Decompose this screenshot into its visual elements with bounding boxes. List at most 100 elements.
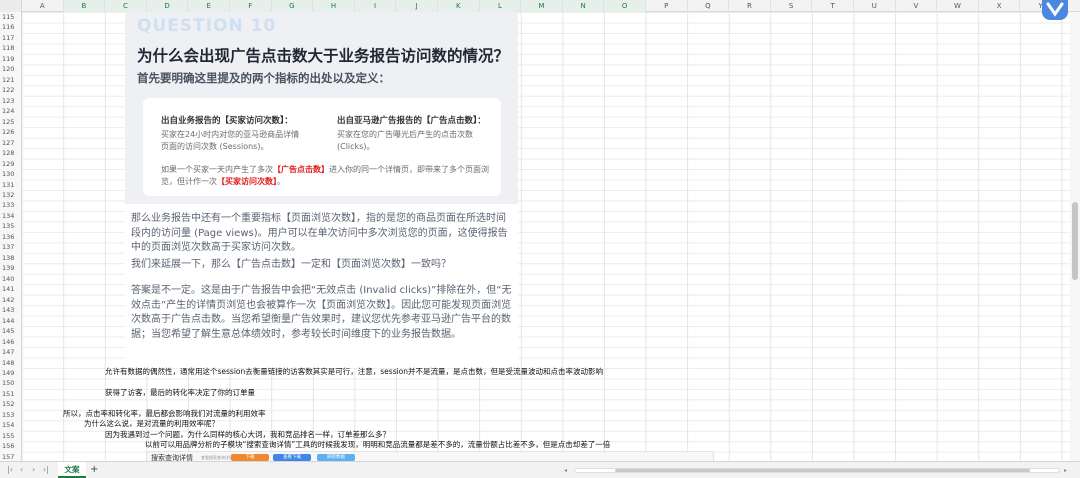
column-header-p[interactable]: P [646, 0, 688, 12]
row-header-143[interactable]: 143 [0, 305, 21, 315]
question-subtitle: 首先要明确这里提及的两个指标的出处以及定义： [137, 71, 390, 85]
row-header-149[interactable]: 149 [0, 368, 21, 378]
question-title: 为什么会出现广告点击数大于业务报告访问数的情况？ [137, 47, 510, 65]
row-header-123[interactable]: 123 [0, 96, 21, 106]
column-header-e[interactable]: E [188, 0, 230, 12]
column-header-w[interactable]: W [937, 0, 979, 12]
row-header-156[interactable]: 156 [0, 441, 21, 451]
brand-shield-icon[interactable] [1042, 0, 1068, 20]
column-header-k[interactable]: K [438, 0, 480, 12]
column-header-i[interactable]: I [354, 0, 397, 12]
scroll-left-icon[interactable]: ◂ [564, 467, 567, 474]
sheet-tab-wenan[interactable]: 文案 [58, 462, 86, 478]
row-header-137[interactable]: 137 [0, 242, 21, 252]
row-header-131[interactable]: 131 [0, 180, 21, 190]
row-header-138[interactable]: 138 [0, 253, 21, 263]
row-header-122[interactable]: 122 [0, 85, 21, 95]
cell-text-r155[interactable]: 因为我遇到过一个问题，为什么同样的核心大词，我和竞品排名一样，订单差那么多？ [105, 430, 390, 440]
row-header-154[interactable]: 154 [0, 420, 21, 430]
card-note: 如果一个买家一天内产生了多次【广告点击数】进入你的同一个详情页，即带来了多个页面… [161, 165, 489, 186]
row-header-120[interactable]: 120 [0, 64, 21, 74]
row-header-140[interactable]: 140 [0, 274, 21, 284]
column-header-l[interactable]: L [479, 0, 522, 12]
row-header-124[interactable]: 124 [0, 106, 21, 116]
column-header-f[interactable]: F [230, 0, 272, 12]
column-header-c[interactable]: C [105, 0, 147, 12]
row-header-152[interactable]: 152 [0, 399, 21, 409]
column-header-j[interactable]: J [396, 0, 438, 12]
column-header-x[interactable]: X [979, 0, 1021, 12]
row-header-128[interactable]: 128 [0, 148, 21, 158]
row-header-136[interactable]: 136 [0, 232, 21, 242]
row-header-148[interactable]: 148 [0, 358, 21, 368]
left-body: 买家在24小时内对您的亚马逊商品详情页面的访问次数 (Sessions)。 [161, 130, 300, 151]
row-header-133[interactable]: 133 [0, 200, 21, 210]
row-header-134[interactable]: 134 [0, 211, 21, 221]
row-header-126[interactable]: 126 [0, 127, 21, 137]
cell-text-r154[interactable]: 为什么这么说，是对流量的利用效率呢？ [84, 419, 219, 429]
row-header-151[interactable]: 151 [0, 389, 21, 399]
cell-text-r149[interactable]: 允许有数据的偶然性，通常用这个session去衡量链接的访客数其实是可行，注意，… [105, 367, 603, 377]
row-header-121[interactable]: 121 [0, 75, 21, 85]
right-body: 买家在您的广告曝光后产生的点击次数(Clicks)。 [337, 130, 473, 151]
row-header-150[interactable]: 150 [0, 378, 21, 388]
last-sheet-icon[interactable]: ›| [43, 465, 49, 474]
column-header-m[interactable]: M [521, 0, 563, 12]
column-header-t[interactable]: T [812, 0, 854, 12]
row-header-135[interactable]: 135 [0, 221, 21, 231]
row-header-153[interactable]: 153 [0, 410, 21, 420]
cell-grid[interactable]: QUESTION 10 为什么会出现广告点击数大于业务报告访问数的情况？ 首先要… [22, 12, 1080, 461]
row-header-157[interactable]: 157 [0, 452, 21, 461]
row-header-118[interactable]: 118 [0, 43, 21, 53]
row-header-117[interactable]: 117 [0, 33, 21, 43]
column-header-g[interactable]: G [271, 0, 314, 12]
row-header-132[interactable]: 132 [0, 190, 21, 200]
horizontal-scroll-thumb[interactable] [615, 469, 1030, 472]
row-header-144[interactable]: 144 [0, 316, 21, 326]
row-header: 115 116 117 118 119 120 121 122 123 124 125 126 127 1… [0, 12, 22, 461]
cell-text-r151[interactable]: 获得了访客，最后的转化率决定了你的订单量 [105, 388, 255, 398]
row-header-119[interactable]: 119 [0, 54, 21, 64]
row-header-142[interactable]: 142 [0, 295, 21, 305]
scroll-right-icon[interactable]: ▸ [1064, 467, 1067, 474]
column-header-q[interactable]: Q [688, 0, 730, 12]
first-sheet-icon[interactable]: |‹ [7, 465, 13, 474]
vertical-scrollbar[interactable] [1070, 12, 1080, 461]
mini-download-button: 下载 [231, 454, 269, 461]
column-header-b[interactable]: B [63, 0, 106, 12]
column-header-u[interactable]: U [854, 0, 896, 12]
row-header-146[interactable]: 146 [0, 337, 21, 347]
cell-text-r153[interactable]: 所以，点击率和转化率，最后都会影响我们对流量的利用效率 [63, 409, 266, 419]
vertical-scroll-thumb[interactable] [1072, 202, 1078, 280]
row-header-125[interactable]: 125 [0, 117, 21, 127]
embedded-image[interactable]: QUESTION 10 为什么会出现广告点击数大于业务报告访问数的情况？ 首先要… [125, 12, 518, 368]
next-sheet-icon[interactable]: › [32, 465, 35, 474]
horizontal-scrollbar[interactable] [574, 468, 1060, 473]
row-header-130[interactable]: 130 [0, 169, 21, 179]
mini-refresh-button: 刷新数据 [317, 454, 355, 461]
prev-sheet-icon[interactable]: ‹ [20, 465, 23, 474]
column-header-n[interactable]: N [562, 0, 605, 12]
row-header-141[interactable]: 141 [0, 284, 21, 294]
select-all-corner[interactable] [0, 0, 22, 12]
row-header-139[interactable]: 139 [0, 263, 21, 273]
row-header-127[interactable]: 127 [0, 138, 21, 148]
sheet-tab-bar: |‹ ‹ › ›| 文案 + ◂ ▸ [0, 461, 1080, 478]
column-header-o[interactable]: O [604, 0, 646, 12]
embedded-image-header: QUESTION 10 为什么会出现广告点击数大于业务报告访问数的情况？ 首先要… [125, 12, 518, 204]
question-watermark: QUESTION 10 [137, 16, 277, 36]
column-header-d[interactable]: D [146, 0, 189, 12]
column-header-v[interactable]: V [896, 0, 938, 12]
row-header-147[interactable]: 147 [0, 347, 21, 357]
column-header-r[interactable]: R [729, 0, 771, 12]
row-header-115[interactable]: 115 [0, 12, 21, 22]
column-header-s[interactable]: S [771, 0, 813, 12]
column-header-h[interactable]: H [313, 0, 355, 12]
add-sheet-button[interactable]: + [90, 464, 98, 475]
row-header-155[interactable]: 155 [0, 431, 21, 441]
row-header-145[interactable]: 145 [0, 326, 21, 336]
row-header-116[interactable]: 116 [0, 22, 21, 32]
row-header-129[interactable]: 129 [0, 159, 21, 169]
column-header-a[interactable]: A [22, 0, 64, 12]
cell-text-r156[interactable]: 以前可以用品牌分析的子模块“搜索查询详情”工具的时候我发现，明明和竞品流量都是差… [145, 440, 610, 450]
